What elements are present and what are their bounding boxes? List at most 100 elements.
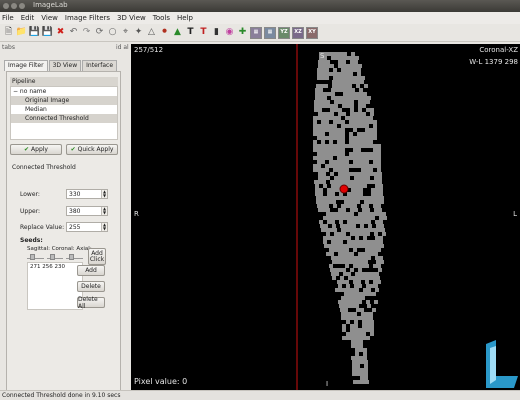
menu-view[interactable]: View bbox=[41, 14, 58, 22]
delete-all-button[interactable]: Delete All bbox=[77, 296, 105, 310]
paint-icon[interactable]: ▮ bbox=[211, 27, 222, 39]
segmented-voxel bbox=[356, 84, 360, 88]
quick-apply-button-label: Quick Apply bbox=[77, 146, 114, 153]
segmented-voxel bbox=[357, 164, 361, 168]
title-bar: ImageLab bbox=[0, 0, 520, 12]
seed-list[interactable]: 271 256 230 bbox=[27, 262, 83, 310]
slice-index: 257/512 bbox=[134, 46, 164, 54]
segmented-voxel bbox=[337, 136, 341, 140]
save-as-icon[interactable]: 💾 bbox=[42, 27, 53, 39]
window-controls[interactable] bbox=[3, 3, 25, 9]
replace-spinbox[interactable]: 255 ▲ ▼ bbox=[66, 222, 108, 232]
fullscreen-icon[interactable]: ▦ bbox=[250, 26, 262, 39]
save-icon[interactable]: 💾 bbox=[29, 27, 40, 39]
segmented-voxel bbox=[333, 136, 337, 140]
segmented-voxel bbox=[356, 360, 360, 364]
segmented-voxel bbox=[342, 176, 346, 180]
segmented-voxel bbox=[331, 192, 335, 196]
crosshair-icon[interactable]: ✚ bbox=[237, 27, 248, 39]
segmented-voxel bbox=[341, 248, 345, 252]
window-close-icon[interactable] bbox=[3, 3, 9, 9]
segmented-voxel bbox=[357, 296, 361, 300]
view-yz-button[interactable]: YZ bbox=[278, 26, 290, 39]
menu-tools[interactable]: Tools bbox=[153, 14, 170, 22]
quick-apply-button[interactable]: ✔ Quick Apply bbox=[66, 144, 118, 155]
segmented-voxel bbox=[321, 168, 325, 172]
spin-arrows-icon[interactable]: ▲ ▼ bbox=[101, 223, 107, 231]
image-viewer[interactable]: 257/512 Coronal-XZ W-L 1379 298 S R L I … bbox=[131, 44, 520, 390]
segmented-voxel bbox=[347, 88, 351, 92]
upper-spinbox[interactable]: 380 ▲ ▼ bbox=[66, 206, 108, 216]
apply-button[interactable]: ✔ Apply bbox=[10, 144, 62, 155]
menu-image-filters[interactable]: Image Filters bbox=[65, 14, 110, 22]
menu-edit[interactable]: Edit bbox=[21, 14, 35, 22]
segmented-voxel bbox=[355, 188, 359, 192]
annotation-icon[interactable]: T bbox=[198, 27, 209, 39]
delete-button[interactable]: Delete bbox=[77, 281, 105, 292]
seed-point-marker[interactable] bbox=[339, 184, 349, 194]
open-folder-icon[interactable]: 📁 bbox=[16, 27, 27, 39]
crop-icon[interactable]: ⌖ bbox=[120, 27, 131, 39]
view-xz-button[interactable]: XZ bbox=[292, 26, 304, 39]
segmented-voxel bbox=[354, 60, 358, 64]
tab-interface[interactable]: Interface bbox=[82, 60, 118, 71]
view-xy-button[interactable]: XY bbox=[306, 26, 318, 39]
status-bar: Connected Threshold done in 9.10 secs bbox=[0, 390, 520, 400]
axial-slider[interactable] bbox=[66, 254, 84, 260]
segmented-voxel bbox=[325, 168, 329, 172]
menu-3d-view[interactable]: 3D View bbox=[117, 14, 146, 22]
segmented-voxel bbox=[341, 128, 345, 132]
segmented-voxel bbox=[339, 288, 343, 292]
measure-icon[interactable]: △ bbox=[146, 27, 157, 39]
rotate-icon[interactable]: ⟳ bbox=[94, 27, 105, 39]
draw-icon[interactable]: ✦ bbox=[133, 27, 144, 39]
seed-list-item[interactable]: 271 256 230 bbox=[30, 264, 80, 270]
segmented-voxel bbox=[347, 256, 351, 260]
menu-help[interactable]: Help bbox=[177, 14, 193, 22]
tab-image-filter[interactable]: Image Filter bbox=[4, 60, 48, 71]
segmented-voxel bbox=[313, 124, 317, 128]
redo-icon[interactable]: ↷ bbox=[81, 27, 92, 39]
window-maximize-icon[interactable] bbox=[19, 3, 25, 9]
zoom-icon[interactable]: ▦ bbox=[264, 26, 276, 39]
pipeline-item[interactable]: Median bbox=[11, 105, 117, 114]
pipeline-item[interactable]: − no name bbox=[11, 87, 117, 96]
seed-sliders[interactable] bbox=[27, 254, 84, 260]
pipeline-item[interactable]: Original Image bbox=[11, 96, 117, 105]
segmented-voxel bbox=[325, 152, 329, 156]
segmented-voxel bbox=[360, 260, 364, 264]
tab-3d-view[interactable]: 3D View bbox=[48, 60, 82, 71]
segmented-voxel bbox=[362, 232, 366, 236]
color-icon[interactable]: ◉ bbox=[224, 27, 235, 39]
segmented-voxel bbox=[350, 232, 354, 236]
segmented-voxel bbox=[345, 280, 349, 284]
main-toolbar: 🗎 📁 💾 💾 ✖ ↶ ↷ ⟳ ○ ⌖ ✦ △ ⚫ ▲ T T ▮ ◉ ✚ ▦ … bbox=[0, 24, 520, 42]
spin-arrows-icon[interactable]: ▲ ▼ bbox=[101, 207, 107, 215]
text-icon[interactable]: T bbox=[185, 27, 196, 39]
segmented-voxel bbox=[341, 76, 345, 80]
window-minimize-icon[interactable] bbox=[11, 3, 17, 9]
segmented-voxel bbox=[374, 252, 378, 256]
undo-icon[interactable]: ↶ bbox=[68, 27, 79, 39]
lower-spinbox[interactable]: 330 ▲ ▼ bbox=[66, 189, 108, 199]
coronal-slider[interactable] bbox=[46, 254, 64, 260]
pipeline-item[interactable]: Connected Threshold bbox=[11, 114, 117, 123]
segmented-voxel bbox=[347, 192, 351, 196]
segmented-voxel bbox=[326, 252, 330, 256]
add-click-button[interactable]: Add Click bbox=[88, 248, 106, 265]
flip-icon[interactable]: ○ bbox=[107, 27, 118, 39]
spin-arrows-icon[interactable]: ▲ ▼ bbox=[101, 190, 107, 198]
segmented-voxel bbox=[354, 180, 358, 184]
segment-icon[interactable]: ▲ bbox=[172, 27, 183, 39]
pin-icon[interactable]: ⚫ bbox=[159, 27, 170, 39]
segmented-voxel bbox=[329, 140, 333, 144]
segmented-voxel bbox=[361, 124, 365, 128]
add-button[interactable]: Add bbox=[77, 265, 105, 276]
coronal-slice-image[interactable] bbox=[131, 44, 520, 390]
close-icon[interactable]: ✖ bbox=[55, 27, 66, 39]
open-file-icon[interactable]: 🗎 bbox=[3, 27, 14, 39]
menu-file[interactable]: File bbox=[2, 14, 14, 22]
segmented-voxel bbox=[378, 172, 382, 176]
sagittal-slider[interactable] bbox=[27, 254, 44, 260]
segmented-voxel bbox=[350, 324, 354, 328]
